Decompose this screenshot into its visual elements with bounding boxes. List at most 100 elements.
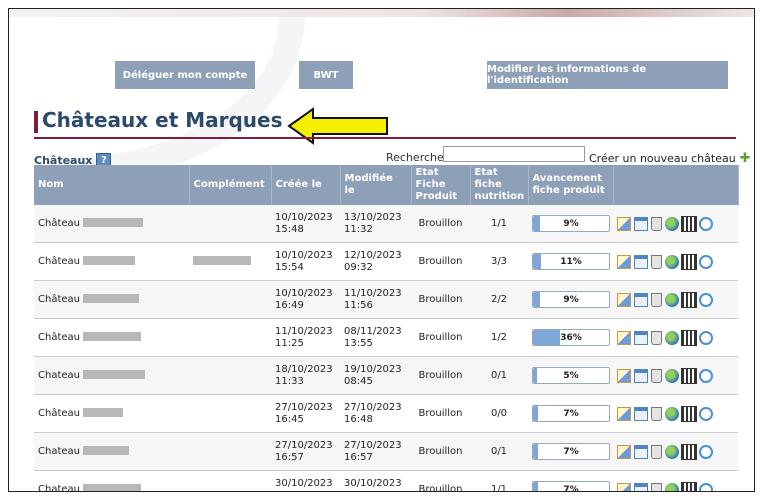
column-header-avancement[interactable]: Avancement fiche produit bbox=[528, 165, 614, 205]
cell-etat-nutrition: 1/2 bbox=[470, 318, 528, 357]
progress-bar: 9% bbox=[532, 291, 610, 308]
chateau-name[interactable]: Chateau bbox=[38, 484, 80, 492]
globe-icon[interactable] bbox=[665, 330, 679, 345]
progress-bar: 9% bbox=[532, 215, 610, 232]
qr-code-icon[interactable] bbox=[681, 443, 697, 460]
redacted-name bbox=[83, 294, 140, 303]
table-row[interactable]: Château 27/10/2023 16:45 27/10/2023 16:48… bbox=[34, 394, 738, 433]
create-chateau-link[interactable]: Créer un nouveau château ✚ bbox=[589, 151, 751, 166]
trash-icon[interactable] bbox=[651, 330, 662, 345]
cell-actions bbox=[613, 205, 738, 243]
cell-nom[interactable]: Château bbox=[34, 394, 189, 433]
cell-nom[interactable]: Château bbox=[34, 205, 189, 243]
chateau-name[interactable]: Château bbox=[38, 408, 80, 419]
qr-code-icon[interactable] bbox=[681, 215, 697, 232]
qr-code-icon[interactable] bbox=[681, 481, 697, 491]
globe-icon[interactable] bbox=[665, 406, 679, 421]
globe-icon[interactable] bbox=[665, 482, 679, 491]
cell-nom[interactable]: Château bbox=[34, 318, 189, 357]
qr-code-icon[interactable] bbox=[681, 291, 697, 308]
circle-icon[interactable] bbox=[699, 482, 713, 491]
trash-icon[interactable] bbox=[651, 292, 662, 307]
chateau-name[interactable]: Château bbox=[38, 294, 80, 305]
circle-icon[interactable] bbox=[699, 254, 713, 269]
column-header-etat-fiche[interactable]: Etat Fiche Produit bbox=[411, 165, 471, 205]
cell-avancement: 7% bbox=[528, 394, 613, 433]
circle-icon[interactable] bbox=[699, 444, 713, 459]
copy-icon[interactable] bbox=[634, 444, 648, 459]
table-row[interactable]: Chateau 27/10/2023 16:57 27/10/2023 16:57… bbox=[34, 432, 738, 471]
chateau-name[interactable]: Château bbox=[38, 332, 80, 343]
trash-icon[interactable] bbox=[651, 444, 662, 459]
cell-actions bbox=[613, 242, 738, 281]
copy-icon[interactable] bbox=[634, 330, 648, 345]
progress-label: 7% bbox=[563, 446, 579, 457]
globe-icon[interactable] bbox=[665, 254, 679, 269]
trash-icon[interactable] bbox=[651, 406, 662, 421]
chateau-name[interactable]: Château bbox=[38, 218, 80, 229]
cell-nom[interactable]: Chateau bbox=[34, 356, 189, 395]
column-header-nom[interactable]: Nom bbox=[34, 165, 190, 205]
cell-actions bbox=[613, 432, 738, 471]
bwt-button[interactable]: BWT bbox=[299, 61, 353, 89]
copy-icon[interactable] bbox=[634, 292, 648, 307]
column-header-creee-le[interactable]: Créée le bbox=[271, 165, 341, 205]
circle-icon[interactable] bbox=[699, 368, 713, 383]
trash-icon[interactable] bbox=[651, 216, 662, 231]
globe-icon[interactable] bbox=[665, 292, 679, 307]
trash-icon[interactable] bbox=[651, 368, 662, 383]
qr-code-icon[interactable] bbox=[681, 253, 697, 270]
search-input[interactable] bbox=[443, 146, 585, 162]
table-row[interactable]: Château 11/10/2023 11:25 08/11/2023 13:55… bbox=[34, 318, 738, 357]
cell-modified: 30/10/2023 11:38 bbox=[340, 470, 411, 491]
edit-icon[interactable] bbox=[617, 330, 631, 345]
qr-code-icon[interactable] bbox=[681, 329, 697, 346]
edit-icon[interactable] bbox=[617, 292, 631, 307]
trash-icon[interactable] bbox=[651, 482, 662, 491]
qr-code-icon[interactable] bbox=[681, 367, 697, 384]
table-row[interactable]: Château 10/10/2023 15:48 13/10/2023 11:32… bbox=[34, 205, 738, 243]
copy-icon[interactable] bbox=[634, 406, 648, 421]
qr-code-icon[interactable] bbox=[681, 405, 697, 422]
chateau-name[interactable]: Chateau bbox=[38, 446, 80, 457]
trash-icon[interactable] bbox=[651, 254, 662, 269]
circle-icon[interactable] bbox=[699, 406, 713, 421]
table-row[interactable]: Chateau 30/10/2023 11:3730/10/2023 11:38… bbox=[34, 470, 738, 492]
cell-etat-nutrition: 1/1 bbox=[470, 205, 528, 243]
table-row[interactable]: Château 10/10/2023 15:54 12/10/2023 09:32… bbox=[34, 242, 738, 281]
globe-icon[interactable] bbox=[665, 444, 679, 459]
copy-icon[interactable] bbox=[634, 368, 648, 383]
table-row[interactable]: Chateau 18/10/2023 11:33 19/10/2023 08:45… bbox=[34, 356, 738, 395]
circle-icon[interactable] bbox=[699, 216, 713, 231]
column-header-etat-nutrition[interactable]: Etat fiche nutrition bbox=[470, 165, 529, 205]
copy-icon[interactable] bbox=[634, 482, 648, 491]
cell-nom[interactable]: Château bbox=[34, 242, 189, 281]
modify-identification-button[interactable]: Modifier les informations de l'identific… bbox=[487, 61, 728, 89]
copy-icon[interactable] bbox=[634, 254, 648, 269]
edit-icon[interactable] bbox=[617, 406, 631, 421]
chateau-name[interactable]: Chateau bbox=[38, 370, 80, 381]
edit-icon[interactable] bbox=[617, 444, 631, 459]
cell-nom[interactable]: Chateau bbox=[34, 432, 189, 471]
table-row[interactable]: Château 10/10/2023 16:49 11/10/2023 11:56… bbox=[34, 280, 738, 319]
copy-icon[interactable] bbox=[634, 216, 648, 231]
edit-icon[interactable] bbox=[617, 482, 631, 491]
create-chateau-label[interactable]: Créer un nouveau château bbox=[589, 152, 736, 165]
edit-icon[interactable] bbox=[617, 216, 631, 231]
edit-icon[interactable] bbox=[617, 254, 631, 269]
chateaux-table: Nom Complément Créée le Modifiée le Etat… bbox=[34, 165, 739, 492]
chateau-name[interactable]: Château bbox=[38, 256, 80, 267]
cell-actions bbox=[613, 470, 738, 491]
delegate-account-button[interactable]: Déléguer mon compte bbox=[115, 61, 255, 89]
cell-nom[interactable]: Château bbox=[34, 280, 189, 319]
globe-icon[interactable] bbox=[665, 368, 679, 383]
circle-icon[interactable] bbox=[699, 292, 713, 307]
cell-modified: 11/10/2023 11:56 bbox=[340, 280, 411, 319]
column-header-modifiee-le[interactable]: Modifiée le bbox=[340, 165, 412, 205]
column-header-complement[interactable]: Complément bbox=[189, 165, 272, 205]
edit-icon[interactable] bbox=[617, 368, 631, 383]
globe-icon[interactable] bbox=[665, 216, 679, 231]
plus-icon[interactable]: ✚ bbox=[740, 151, 751, 166]
cell-nom[interactable]: Chateau bbox=[34, 470, 189, 492]
circle-icon[interactable] bbox=[699, 330, 713, 345]
